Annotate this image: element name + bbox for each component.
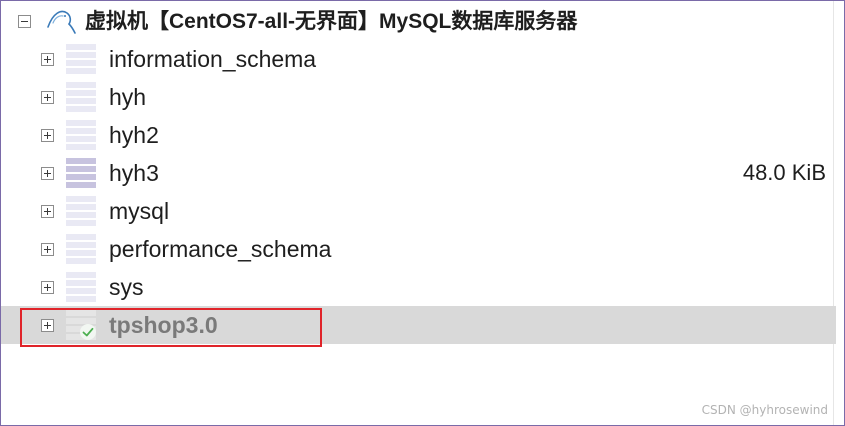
tree-row-database[interactable]: information_schema bbox=[1, 40, 836, 78]
tree-row-database[interactable]: hyh bbox=[1, 78, 836, 116]
database-name: hyh3 bbox=[109, 160, 159, 186]
database-icon bbox=[66, 234, 96, 264]
tree-row-database[interactable]: hyh3 48.0 KiB bbox=[1, 154, 836, 192]
database-icon bbox=[66, 120, 96, 150]
tree-row-database[interactable]: performance_schema bbox=[1, 230, 836, 268]
database-name: mysql bbox=[109, 198, 170, 224]
navigator-panel: 虚拟机【CentOS7-all-无界面】MySQL数据库服务器 informat… bbox=[0, 0, 845, 426]
tree-row-database[interactable]: sys bbox=[1, 268, 836, 306]
watermark: CSDN @hyhrosewind bbox=[701, 403, 828, 417]
collapse-toggle-icon[interactable] bbox=[18, 15, 31, 28]
database-name: hyh bbox=[109, 84, 147, 110]
database-name: performance_schema bbox=[109, 236, 332, 262]
database-name: sys bbox=[109, 274, 144, 300]
connection-label: 虚拟机【CentOS7-all-无界面】MySQL数据库服务器 bbox=[85, 10, 578, 33]
database-icon bbox=[66, 196, 96, 226]
expand-toggle-icon[interactable] bbox=[41, 205, 54, 218]
database-icon bbox=[66, 158, 96, 188]
tree-row-database[interactable]: mysql bbox=[1, 192, 836, 230]
database-icon bbox=[66, 44, 96, 74]
database-name: hyh2 bbox=[109, 122, 159, 148]
expand-toggle-icon[interactable] bbox=[41, 53, 54, 66]
expand-toggle-icon[interactable] bbox=[41, 91, 54, 104]
mysql-dolphin-icon bbox=[47, 10, 76, 34]
database-icon bbox=[66, 272, 96, 302]
expand-toggle-icon[interactable] bbox=[41, 243, 54, 256]
expand-toggle-icon[interactable] bbox=[41, 129, 54, 142]
annotation-highlight-box bbox=[20, 308, 322, 347]
database-size: 48.0 KiB bbox=[742, 160, 826, 185]
tree-row-connection[interactable]: 虚拟机【CentOS7-all-无界面】MySQL数据库服务器 bbox=[1, 1, 836, 43]
database-icon bbox=[66, 82, 96, 112]
tree-row-database[interactable]: hyh2 bbox=[1, 116, 836, 154]
database-name: information_schema bbox=[109, 46, 317, 72]
expand-toggle-icon[interactable] bbox=[41, 281, 54, 294]
expand-toggle-icon[interactable] bbox=[41, 167, 54, 180]
